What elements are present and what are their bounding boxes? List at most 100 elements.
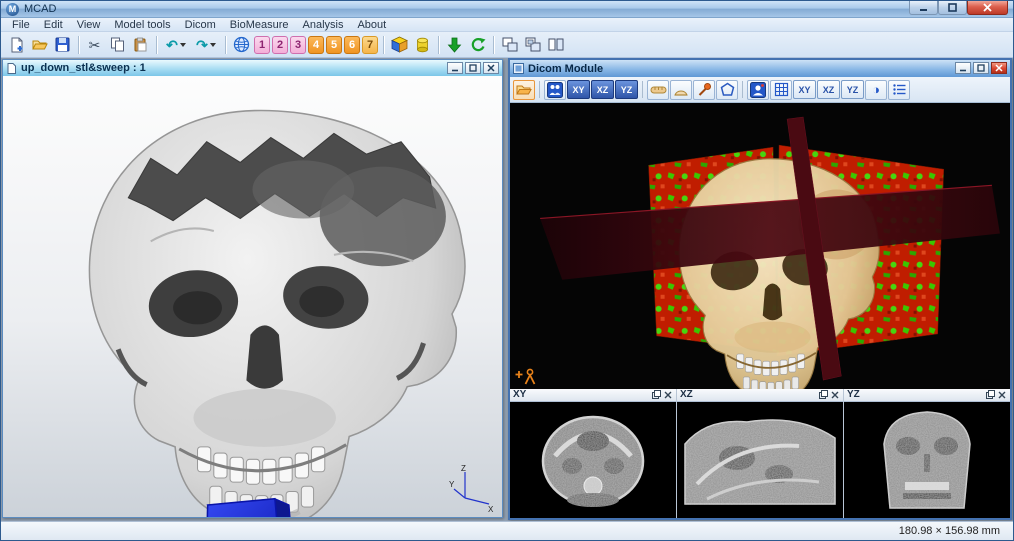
model-restore-button[interactable] (465, 62, 481, 74)
patient-portrait-button[interactable] (747, 80, 769, 100)
xy-view-button[interactable]: XY (793, 80, 816, 99)
view-preset-5-button[interactable]: 5 (326, 36, 342, 54)
ruler-button[interactable] (647, 80, 669, 100)
xz-view-button[interactable]: XZ (817, 80, 840, 99)
maximize-button[interactable] (938, 1, 967, 15)
cube-icon (391, 36, 408, 53)
globe-button[interactable] (230, 34, 253, 56)
protractor-icon (673, 84, 689, 96)
dicom-close-button[interactable] (991, 62, 1007, 74)
undo-button[interactable]: ↶ (161, 34, 191, 56)
titlebar[interactable]: M MCAD (1, 1, 1013, 18)
cube-view-button[interactable] (388, 34, 411, 56)
patient-portrait-icon (750, 82, 766, 98)
float-panel-icon[interactable] (651, 389, 662, 400)
save-button[interactable] (51, 34, 74, 56)
sagittal-slice-view[interactable] (677, 402, 843, 518)
redo-button[interactable]: ↷ (191, 34, 221, 56)
toolbar-separator (642, 81, 643, 98)
view-preset-1-button[interactable]: 1 (254, 36, 270, 54)
grid-button[interactable] (770, 80, 792, 100)
tile-vertical-icon (548, 37, 564, 52)
toolbar-separator (78, 36, 79, 54)
menubar: File Edit View Model tools Dicom BioMeas… (1, 18, 1013, 32)
new-file-button[interactable] (5, 34, 28, 56)
cascade-windows-button[interactable] (498, 34, 521, 56)
toolbar-separator (493, 36, 494, 54)
float-panel-icon[interactable] (818, 389, 829, 400)
minimize-icon (959, 64, 967, 72)
dicom-restore-button[interactable] (973, 62, 989, 74)
axial-slice-view[interactable] (510, 402, 676, 518)
mcad-application-window: M MCAD File Edit View Model tools Dicom … (0, 0, 1014, 541)
menu-item-biomeasure[interactable]: BioMeasure (223, 18, 296, 32)
dicom-minimize-button[interactable] (955, 62, 971, 74)
paste-button[interactable] (129, 34, 152, 56)
tile-vertical-button[interactable] (544, 34, 567, 56)
menu-item-analysis[interactable]: Analysis (296, 18, 351, 32)
tile-horizontal-icon (525, 37, 541, 52)
pin-button[interactable] (693, 80, 715, 100)
green-down-arrow-icon (447, 37, 462, 53)
cascade-windows-icon (502, 37, 518, 52)
add-person-icon[interactable] (515, 368, 537, 385)
minimize-button[interactable] (909, 1, 938, 15)
dicom-window-titlebar[interactable]: Dicom Module (510, 60, 1010, 77)
contrast-icon: ◑ (872, 83, 880, 96)
model-window-titlebar[interactable]: up_down_stl&sweep : 1 (3, 60, 502, 76)
protractor-button[interactable] (670, 80, 692, 100)
view-preset-3-button[interactable]: 3 (290, 36, 306, 54)
maximize-icon (948, 3, 957, 12)
yz-plane-button[interactable]: YZ (615, 80, 638, 99)
main-toolbar: ✂ ↶ ↷ (1, 32, 1013, 58)
yz-view-button[interactable]: YZ (841, 80, 864, 99)
float-panel-icon[interactable] (985, 389, 996, 400)
view-preset-6-button[interactable]: 6 (344, 36, 360, 54)
list-button[interactable] (888, 80, 910, 100)
close-panel-icon[interactable] (829, 389, 840, 400)
close-icon (487, 64, 495, 72)
model-minimize-button[interactable] (447, 62, 463, 74)
xz-plane-button[interactable]: XZ (591, 80, 614, 99)
open-dicom-folder-icon (516, 83, 532, 97)
view-preset-4-button[interactable]: 4 (308, 36, 324, 54)
view-preset-2-button[interactable]: 2 (272, 36, 288, 54)
contrast-button[interactable]: ◑ (865, 80, 887, 100)
xy-plane-button[interactable]: XY (567, 80, 590, 99)
coronal-slice-view[interactable] (844, 402, 1010, 518)
contour-button[interactable] (716, 80, 738, 100)
close-panel-icon[interactable] (996, 389, 1007, 400)
dicom-3d-viewport[interactable] (510, 103, 1010, 388)
open-dicom-button[interactable] (513, 80, 535, 100)
restore-icon (469, 64, 477, 72)
skull-model-render (3, 76, 502, 517)
volume-render-scene (510, 103, 1010, 389)
tile-horizontal-button[interactable] (521, 34, 544, 56)
model-viewport[interactable]: Z Y X (3, 76, 502, 517)
cylinder-button[interactable] (411, 34, 434, 56)
copy-button[interactable] (106, 34, 129, 56)
slice-panel-xy: XY (510, 388, 676, 518)
dicom-module-icon (513, 63, 524, 74)
import-button[interactable] (443, 34, 466, 56)
menu-item-view[interactable]: View (70, 18, 108, 32)
menu-item-edit[interactable]: Edit (37, 18, 70, 32)
close-panel-icon[interactable] (662, 389, 673, 400)
cut-button[interactable]: ✂ (83, 34, 106, 56)
menu-item-dicom[interactable]: Dicom (178, 18, 223, 32)
minimize-icon (451, 64, 459, 72)
menu-item-about[interactable]: About (350, 18, 393, 32)
copy-icon (110, 37, 125, 52)
model-close-button[interactable] (483, 62, 499, 74)
statusbar: 180.98 × 156.98 mm (1, 521, 1013, 540)
menu-item-model-tools[interactable]: Model tools (107, 18, 177, 32)
view-preset-7-button[interactable]: 7 (362, 36, 378, 54)
refresh-model-button[interactable] (466, 34, 489, 56)
menu-item-file[interactable]: File (5, 18, 37, 32)
patients-button[interactable] (544, 80, 566, 100)
close-button[interactable] (967, 1, 1008, 15)
open-folder-icon (32, 37, 48, 53)
axis-x-label: X (488, 505, 494, 513)
open-file-button[interactable] (28, 34, 51, 56)
app-icon: M (6, 3, 19, 16)
